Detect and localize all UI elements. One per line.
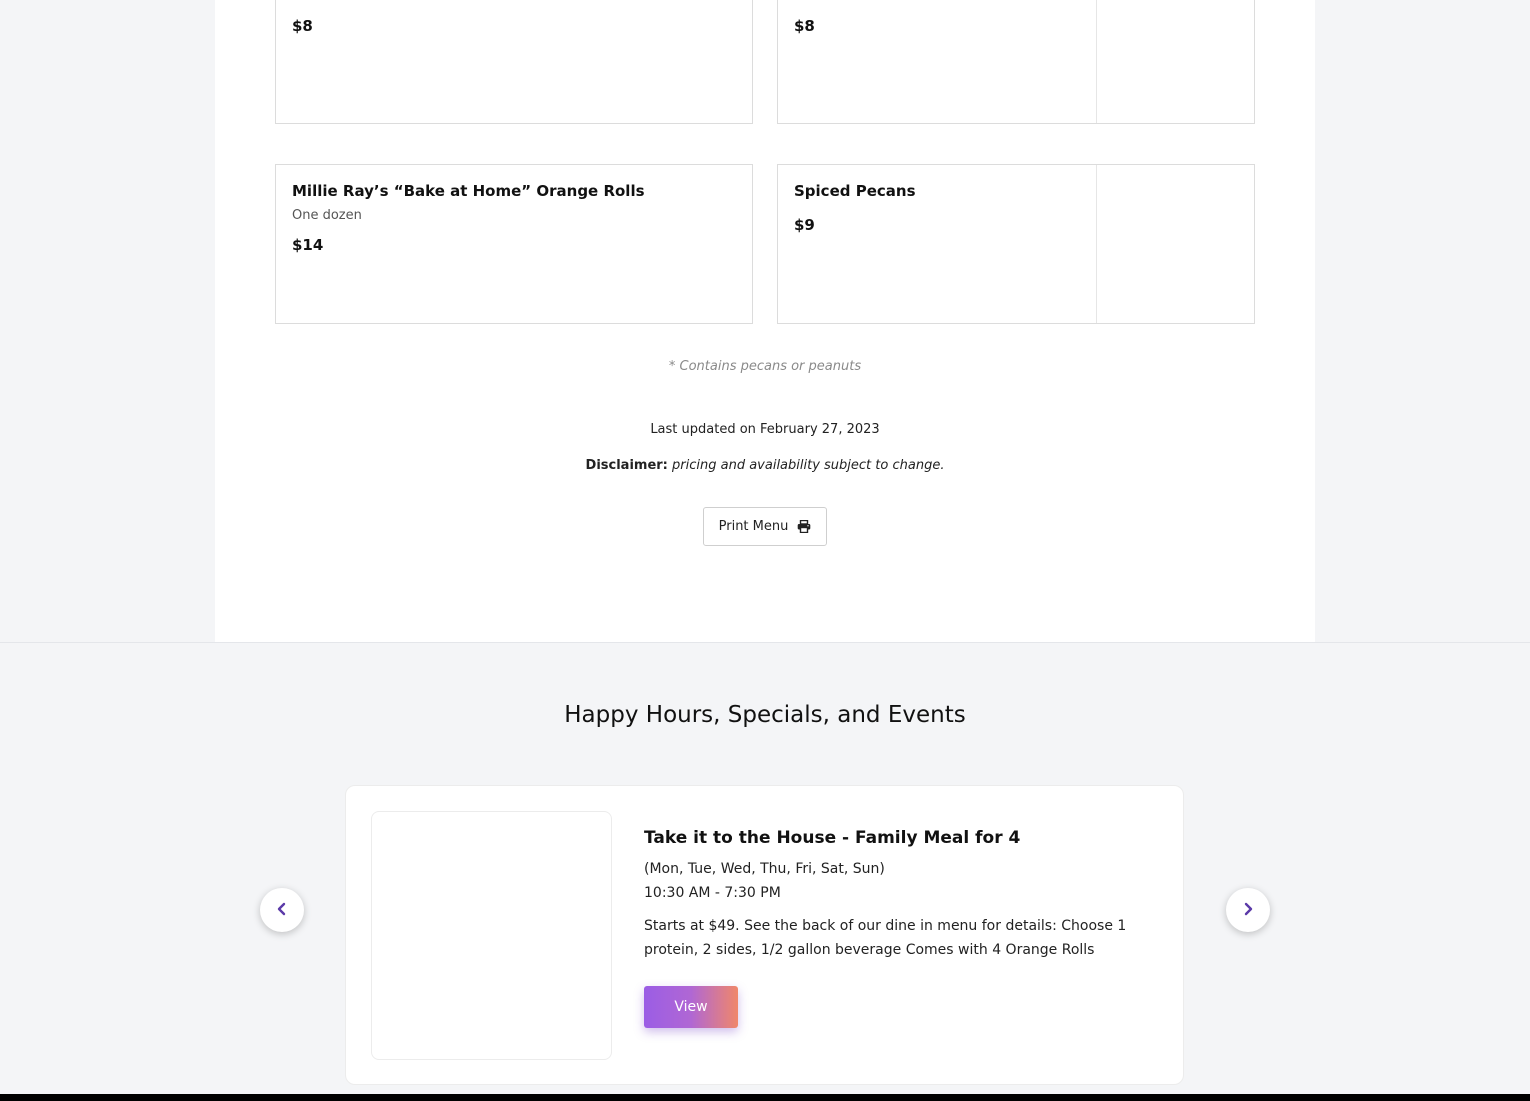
menu-item-price: $9	[794, 216, 815, 234]
menu-item-image	[1096, 165, 1254, 323]
event-time: 10:30 AM - 7:30 PM	[644, 885, 781, 901]
event-card: Take it to the House - Family Meal for 4…	[345, 785, 1184, 1085]
carousel-prev-button[interactable]	[260, 888, 304, 932]
print-menu-label: Print Menu	[718, 519, 789, 534]
section-divider	[0, 642, 1530, 643]
chevron-left-icon	[276, 901, 288, 920]
last-updated: Last updated on February 27, 2023	[650, 422, 880, 437]
menu-item-card[interactable]: Millie Ray’s “Bake at Home” Orange Rolls…	[275, 164, 753, 324]
view-event-button[interactable]: View	[644, 986, 738, 1028]
menu-panel: $8 $8 Millie Ray’s “Bake at Home” Orange…	[215, 0, 1315, 642]
menu-item-image	[1096, 0, 1254, 123]
disclaimer-text: pricing and availability subject to chan…	[672, 458, 945, 473]
chevron-right-icon	[1242, 901, 1254, 920]
event-title: Take it to the House - Family Meal for 4	[644, 828, 1021, 848]
footer-edge	[0, 1094, 1530, 1101]
menu-item-price: $8	[794, 17, 815, 35]
menu-item-price: $14	[292, 236, 324, 254]
menu-item-card[interactable]: Spiced Pecans $9	[777, 164, 1255, 324]
menu-item-price: $8	[292, 17, 313, 35]
carousel-next-button[interactable]	[1226, 888, 1270, 932]
disclaimer-label: Disclaimer:	[585, 458, 668, 473]
menu-item-card[interactable]: $8	[275, 0, 753, 124]
event-days: (Mon, Tue, Wed, Thu, Fri, Sat, Sun)	[644, 861, 885, 877]
menu-item-card[interactable]: $8	[777, 0, 1255, 124]
events-heading: Happy Hours, Specials, and Events	[564, 702, 966, 728]
menu-item-name: Millie Ray’s “Bake at Home” Orange Rolls	[292, 182, 645, 200]
printer-icon	[797, 520, 811, 533]
print-menu-button[interactable]: Print Menu	[703, 507, 827, 546]
disclaimer: Disclaimer: pricing and availability sub…	[215, 458, 1315, 473]
event-description: Starts at $49. See the back of our dine …	[644, 918, 1127, 958]
menu-item-name: Spiced Pecans	[794, 182, 916, 200]
allergen-note: * Contains pecans or peanuts	[668, 359, 862, 374]
menu-item-description: One dozen	[292, 208, 362, 223]
event-image	[371, 811, 612, 1060]
